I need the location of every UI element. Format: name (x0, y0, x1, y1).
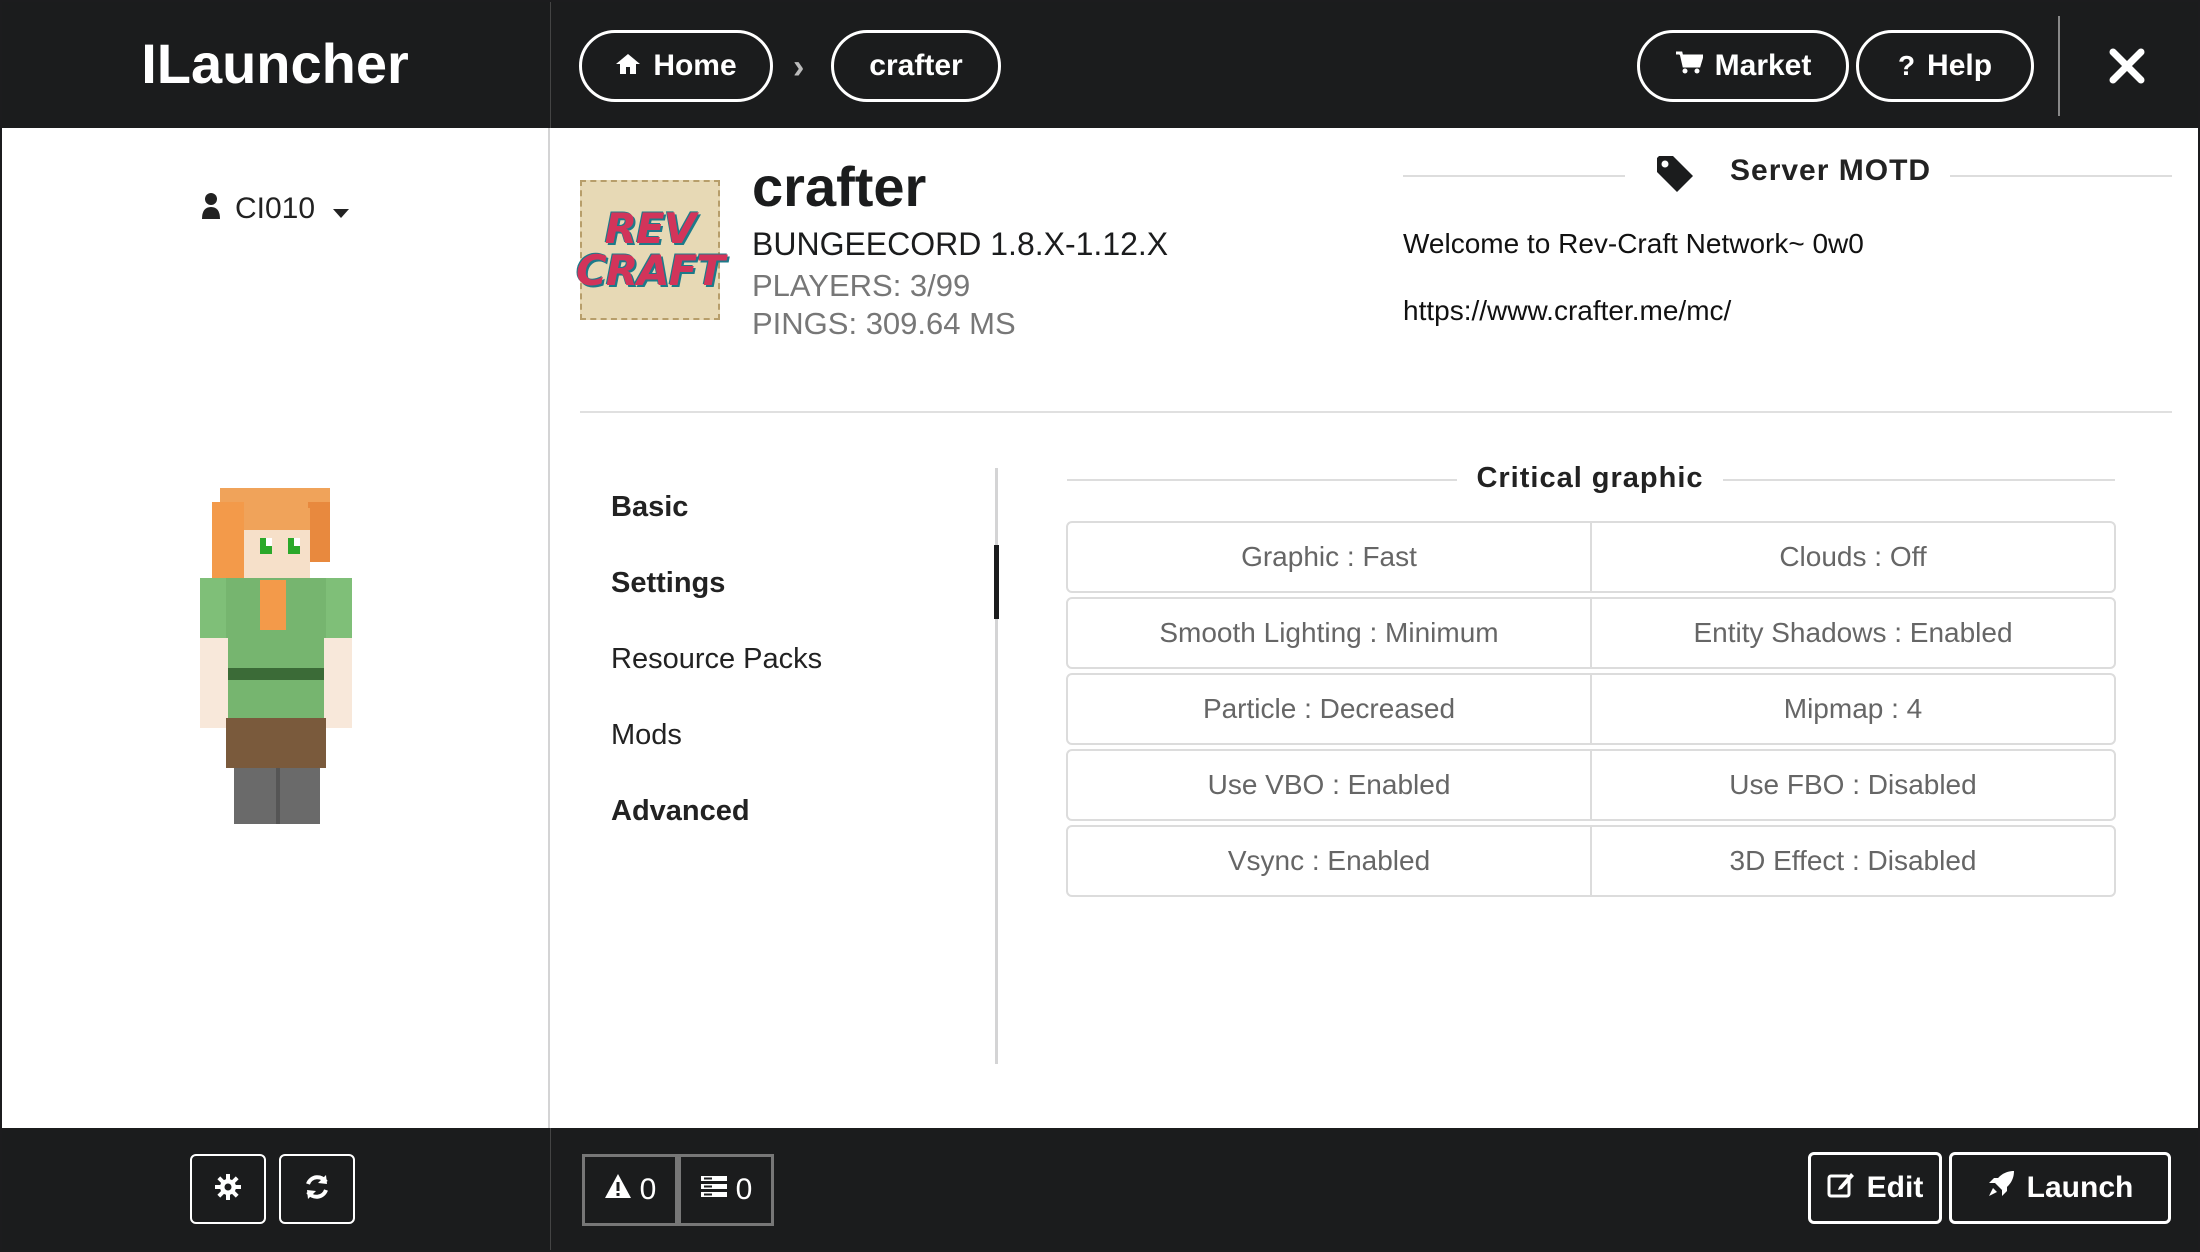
warning-icon (604, 1173, 632, 1207)
graphics-cell: Particle : Decreased (1202, 693, 1456, 724)
question-icon: ? (1897, 50, 1916, 81)
menu-item-basic[interactable]: Basic (611, 491, 688, 524)
warnings-count: 0 (639, 1173, 657, 1206)
divider (1723, 479, 2115, 481)
graphics-cell: Mipmap : 4 (1590, 675, 2114, 743)
home-label: Home (653, 49, 737, 82)
graphics-cell: Entity Shadows : Enabled (1590, 599, 2114, 667)
server-logo: REV CRAFT (576, 180, 725, 320)
cart-icon (1675, 49, 1704, 83)
graphics-title: Critical graphic (1476, 462, 1704, 494)
breadcrumb-label: crafter (869, 49, 963, 82)
launch-button[interactable]: Launch (1949, 1152, 2171, 1224)
app-title: ILauncher (141, 32, 409, 95)
logo-line1: REV (604, 204, 697, 253)
help-label: Help (1927, 49, 1993, 82)
profile-toolbar (0, 1128, 551, 1252)
graphics-cell: Smooth Lighting : Minimum (1159, 617, 1499, 648)
launch-label: Launch (2026, 1171, 2134, 1204)
home-button[interactable]: Home (579, 30, 773, 102)
server-version: BUNGEECORD 1.8.X-1.12.X (752, 226, 1169, 262)
motd-title: Server MOTD (1730, 154, 1932, 187)
menu-item-mods[interactable]: Mods (611, 719, 682, 752)
server-name: crafter (752, 155, 927, 218)
graphics-cell: Use VBO : Enabled (1207, 769, 1451, 800)
graphics-row: Vsync : Enabled 3D Effect : Disabled (1066, 825, 2116, 897)
menu-active-indicator (994, 545, 999, 619)
home-icon (615, 49, 641, 83)
edit-label: Edit (1866, 1171, 1924, 1204)
graphics-row: Particle : Decreased Mipmap : 4 (1066, 673, 2116, 745)
rocket-icon (1987, 1170, 2015, 1206)
settings-button[interactable] (190, 1154, 266, 1224)
menu-item-advanced[interactable]: Advanced (611, 795, 750, 828)
close-icon[interactable] (2105, 44, 2149, 88)
graphics-cell: Vsync : Enabled (1227, 845, 1431, 876)
motd-line: Welcome to Rev-Craft Network~ 0w0 (1403, 228, 1864, 259)
graphics-cell: 3D Effect : Disabled (1590, 827, 2114, 895)
graphics-row: Use VBO : Enabled Use FBO : Disabled (1066, 749, 2116, 821)
section-divider (580, 411, 2172, 413)
graphics-cell: Clouds : Off (1590, 523, 2114, 591)
graphics-table: Graphic : Fast Clouds : Off Smooth Light… (1066, 521, 2116, 901)
list-icon (700, 1173, 728, 1207)
user-icon (201, 192, 221, 228)
username: CI010 (234, 192, 316, 225)
tasks-count: 0 (735, 1173, 753, 1206)
chevron-right-icon: › (793, 48, 805, 86)
refresh-button[interactable] (279, 1154, 355, 1224)
menu-item-settings[interactable]: Settings (611, 567, 725, 600)
market-label: Market (1714, 49, 1812, 82)
player-skin-image (200, 488, 352, 824)
divider (1067, 479, 1457, 481)
tag-icon (1655, 154, 1695, 199)
breadcrumb-crafter[interactable]: crafter (831, 30, 1001, 102)
graphics-cell: Use FBO : Disabled (1590, 751, 2114, 819)
user-dropdown[interactable]: CI010 (0, 192, 550, 228)
divider (1403, 175, 1625, 177)
divider (2058, 16, 2060, 116)
help-button[interactable]: ? Help (1856, 30, 2034, 102)
graphics-row: Smooth Lighting : Minimum Entity Shadows… (1066, 597, 2116, 669)
market-button[interactable]: Market (1637, 30, 1849, 102)
logo-line2: CRAFT (576, 246, 725, 295)
tasks-counter[interactable]: 0 (678, 1154, 774, 1226)
graphics-cell: Graphic : Fast (1241, 541, 1417, 572)
edit-icon (1827, 1170, 1855, 1206)
motd-link[interactable]: https://www.crafter.me/mc/ (1403, 295, 1731, 327)
server-players: PLAYERS: 3/99 (752, 268, 971, 303)
chevron-down-icon (333, 193, 350, 227)
gear-icon (214, 1173, 242, 1206)
server-ping: PINGS: 309.64 MS (752, 306, 1016, 341)
graphics-row: Graphic : Fast Clouds : Off (1066, 521, 2116, 593)
menu-item-resource-packs[interactable]: Resource Packs (611, 643, 822, 676)
refresh-icon (302, 1172, 332, 1207)
brand-bar: ILauncher (0, 0, 551, 128)
edit-button[interactable]: Edit (1808, 1152, 1942, 1224)
divider (1950, 175, 2172, 177)
warnings-counter[interactable]: 0 (582, 1154, 678, 1226)
